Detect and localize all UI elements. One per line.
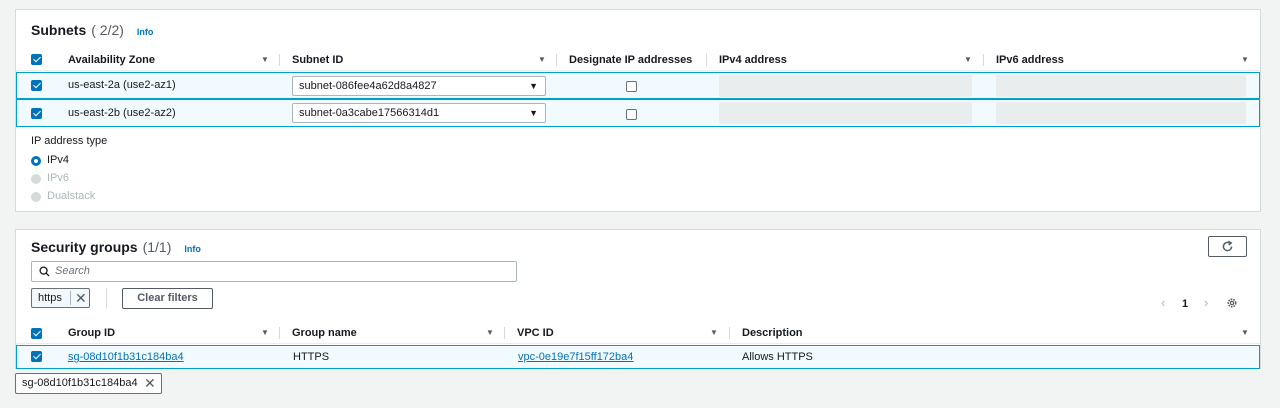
security-groups-info-link[interactable]: Info [184,244,201,254]
col-vpc-id[interactable]: VPC ID [517,322,554,344]
dualstack-radio-label: Dualstack [47,190,96,202]
selected-security-group-label: sg-08d10f1b31c184ba4 [22,377,138,389]
filter-token-label: https [38,292,62,304]
token-divider [70,291,71,305]
sort-caret-icon[interactable]: ▼ [1241,49,1249,71]
subnets-title: Subnets [31,22,87,38]
subnet-row[interactable]: us-east-2b (use2-az2) subnet-0a3cabe1756… [16,99,1260,127]
filter-divider [106,288,107,308]
subnets-info-link[interactable]: Info [137,27,154,37]
column-divider [729,327,730,339]
sort-caret-icon[interactable]: ▼ [1241,322,1249,344]
settings-button[interactable] [1226,297,1238,309]
ipv4-radio-label: IPv4 [47,154,70,166]
column-divider [279,54,280,66]
security-groups-panel: Security groups (1/1) Info Search https … [15,229,1261,369]
search-placeholder: Search [55,265,90,277]
refresh-icon [1222,240,1233,252]
subnets-panel: Subnets ( 2/2) Info Availability Zone ▼ … [15,9,1261,212]
col-subnet-id[interactable]: Subnet ID [292,49,343,71]
ipv4-address-input [719,75,972,97]
group-id-link[interactable]: sg-08d10f1b31c184ba4 [68,346,184,368]
subnets-count: ( 2/2) [91,22,124,38]
col-group-name[interactable]: Group name [292,322,357,344]
sort-caret-icon[interactable]: ▼ [486,322,494,344]
subnet-id-select[interactable]: subnet-086fee4a62d8a4827 ▼ [292,76,546,96]
group-name: HTTPS [293,351,330,363]
col-group-id[interactable]: Group ID [68,322,115,344]
subnet-id-select[interactable]: subnet-0a3cabe17566314d1 ▼ [292,103,546,123]
subnets-header: Subnets ( 2/2) Info [31,22,153,38]
security-groups-title: Security groups [31,239,138,255]
chevron-left-icon[interactable]: ‹ [1161,295,1165,310]
ipv6-address-input [996,75,1246,97]
sort-caret-icon[interactable]: ▼ [538,49,546,71]
subnets-table-header: Availability Zone ▼ Subnet ID ▼ Designat… [16,49,1260,71]
selected-security-group-token: sg-08d10f1b31c184ba4 ✕ [15,373,162,394]
ipv6-radio-label: IPv6 [47,172,70,184]
column-divider [279,327,280,339]
col-availability-zone[interactable]: Availability Zone [68,49,155,71]
vpc-id-link[interactable]: vpc-0e19e7f15ff172ba4 [518,346,633,368]
security-group-row[interactable]: sg-08d10f1b31c184ba4 HTTPS vpc-0e19e7f15… [16,345,1260,369]
col-designate-ip: Designate IP addresses [569,54,693,66]
designate-ip-checkbox[interactable] [626,81,637,92]
column-divider [983,54,984,66]
security-group-row-checkbox[interactable] [31,351,42,362]
search-icon [39,266,50,277]
col-description[interactable]: Description [742,322,803,344]
subnet-row[interactable]: us-east-2a (use2-az1) subnet-086fee4a62d… [16,72,1260,99]
caret-down-icon: ▼ [529,81,538,91]
dualstack-radio [31,192,41,202]
subnet-zone: us-east-2a (use2-az1) [68,79,176,91]
select-all-subnets-checkbox[interactable] [31,54,42,65]
ipv4-radio[interactable] [31,156,41,166]
sort-caret-icon[interactable]: ▼ [261,49,269,71]
sort-caret-icon[interactable]: ▼ [261,322,269,344]
group-description: Allows HTTPS [742,351,813,363]
designate-ip-checkbox[interactable] [626,109,637,120]
close-icon[interactable]: ✕ [144,374,156,393]
search-input[interactable]: Search [31,261,517,282]
column-divider [504,327,505,339]
column-divider [556,54,557,66]
ipv6-address-input [996,102,1246,124]
page-number[interactable]: 1 [1182,298,1188,310]
security-groups-table-header: Group ID ▼ Group name ▼ VPC ID ▼ Descrip… [16,322,1260,344]
subnet-zone: us-east-2b (use2-az2) [68,107,176,119]
col-ipv4-address[interactable]: IPv4 address [719,49,787,71]
sort-caret-icon[interactable]: ▼ [710,322,718,344]
subnet-row-checkbox[interactable] [31,108,42,119]
caret-down-icon: ▼ [529,108,538,118]
subnet-id-value: subnet-086fee4a62d8a4827 [299,80,437,92]
subnet-row-checkbox[interactable] [31,80,42,91]
close-icon[interactable]: ✕ [75,289,87,307]
column-divider [706,54,707,66]
ipv6-radio [31,174,41,184]
select-all-groups-checkbox[interactable] [31,328,42,339]
ip-address-type-label: IP address type [31,135,108,147]
subnet-id-value: subnet-0a3cabe17566314d1 [299,107,440,119]
clear-filters-button[interactable]: Clear filters [122,288,213,309]
refresh-button[interactable] [1208,236,1247,257]
chevron-right-icon[interactable]: › [1204,295,1208,310]
security-groups-header: Security groups (1/1) Info [31,239,201,255]
gear-icon [1227,298,1237,308]
col-ipv6-address[interactable]: IPv6 address [996,49,1064,71]
sort-caret-icon[interactable]: ▼ [964,49,972,71]
filter-token: https ✕ [31,288,90,308]
security-groups-count: (1/1) [142,239,172,255]
ipv4-address-input [719,102,972,124]
